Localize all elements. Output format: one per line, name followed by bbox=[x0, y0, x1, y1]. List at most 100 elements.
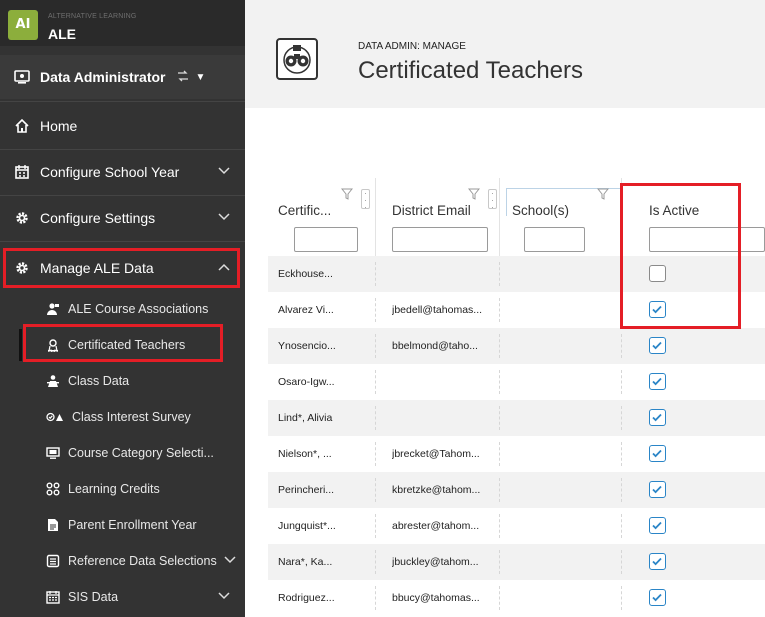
cell-divider bbox=[375, 514, 376, 538]
cell-divider bbox=[499, 262, 500, 286]
table-row[interactable]: Nielson*, ... jbrecket@Tahom... bbox=[268, 436, 765, 472]
calendar-grid-icon bbox=[46, 590, 60, 604]
subnav-parent-enrollment-year[interactable]: Parent Enrollment Year bbox=[0, 507, 245, 543]
table-row[interactable]: Eckhouse... bbox=[268, 256, 765, 292]
cell-schools bbox=[512, 436, 617, 472]
cell-divider bbox=[621, 298, 622, 322]
page-header: DATA ADMIN: MANAGE Certificated Teachers bbox=[245, 0, 765, 108]
app-logo: AI bbox=[8, 10, 38, 40]
cell-email: bbelmond@taho... bbox=[392, 340, 478, 352]
subnav-certificated-teachers[interactable]: Certificated Teachers bbox=[0, 327, 245, 363]
subnav-course-category-selection[interactable]: Course Category Selecti... bbox=[0, 435, 245, 471]
divider bbox=[0, 101, 245, 102]
cell-schools bbox=[512, 292, 617, 328]
app-subtitle: ALTERNATIVE LEARNING bbox=[48, 13, 137, 20]
filter-input-district-email[interactable] bbox=[392, 227, 488, 252]
nav-configure-settings[interactable]: Configure Settings bbox=[0, 196, 245, 240]
cell-divider bbox=[375, 550, 376, 574]
table-row[interactable]: Nara*, Ka... jbuckley@tahom... bbox=[268, 544, 765, 580]
cell-divider bbox=[621, 262, 622, 286]
nav-manage-ale-data[interactable]: Manage ALE Data bbox=[0, 246, 245, 290]
table-row[interactable]: Lind*, Alivia bbox=[268, 400, 765, 436]
caret-down-icon: ▼ bbox=[195, 71, 206, 83]
page-title: Certificated Teachers bbox=[358, 57, 583, 84]
checkmark-icon bbox=[652, 485, 662, 494]
checkmark-icon bbox=[652, 593, 662, 602]
cell-name: Rodriguez... bbox=[278, 592, 335, 604]
cell-divider bbox=[499, 442, 500, 466]
table-row[interactable]: Jungquist*... abrester@tahom... bbox=[268, 508, 765, 544]
is-active-checkbox[interactable] bbox=[649, 445, 666, 462]
filter-input-schools[interactable] bbox=[524, 227, 585, 252]
table-row[interactable]: Ynosencio... bbelmond@taho... bbox=[268, 328, 765, 364]
subnav-label: ALE Course Associations bbox=[68, 302, 209, 316]
cell-divider bbox=[621, 406, 622, 430]
is-active-checkbox[interactable] bbox=[649, 409, 666, 426]
subnav-reference-data-selections[interactable]: Reference Data Selections bbox=[0, 543, 245, 579]
cell-email: jbrecket@Tahom... bbox=[392, 448, 480, 460]
switch-role-icon[interactable] bbox=[176, 69, 190, 86]
column-header-district-email[interactable]: District Email bbox=[392, 203, 471, 218]
checkmark-icon bbox=[652, 305, 662, 314]
filter-icon[interactable] bbox=[468, 188, 480, 200]
checkmark-icon bbox=[652, 557, 662, 566]
cell-email: jbuckley@tahom... bbox=[392, 556, 479, 568]
table-row[interactable]: Alvarez Vi... jbedell@tahomas... bbox=[268, 292, 765, 328]
cell-divider bbox=[375, 406, 376, 430]
is-active-checkbox[interactable] bbox=[649, 301, 666, 318]
chevron-down-icon bbox=[217, 166, 231, 178]
column-divider bbox=[499, 178, 500, 256]
checkmark-icon bbox=[652, 341, 662, 350]
is-active-checkbox[interactable] bbox=[649, 373, 666, 390]
column-menu-icon[interactable]: · · · bbox=[361, 189, 370, 212]
document-icon bbox=[46, 518, 60, 532]
cell-divider bbox=[375, 370, 376, 394]
app-brand[interactable]: AI ALTERNATIVE LEARNING ALE bbox=[0, 0, 245, 46]
filter-icon[interactable] bbox=[597, 188, 609, 200]
calendar-icon bbox=[14, 164, 30, 180]
subnav-class-interest-survey[interactable]: Class Interest Survey bbox=[0, 399, 245, 435]
subnav-label: SIS Data bbox=[68, 590, 119, 604]
cell-name: Osaro-Igw... bbox=[278, 376, 335, 388]
filter-icon[interactable] bbox=[341, 188, 353, 200]
cell-email bbox=[392, 364, 496, 400]
filter-input-certificated[interactable] bbox=[294, 227, 358, 252]
table-row[interactable]: Osaro-Igw... bbox=[268, 364, 765, 400]
column-menu-icon[interactable]: · · · bbox=[488, 189, 497, 212]
table-row[interactable]: Perincheri... kbretzke@tahom... bbox=[268, 472, 765, 508]
cell-schools bbox=[512, 256, 617, 292]
nav-configure-school-year[interactable]: Configure School Year bbox=[0, 150, 245, 194]
is-active-checkbox[interactable] bbox=[649, 481, 666, 498]
column-header-schools[interactable]: School(s) bbox=[512, 203, 569, 218]
is-active-checkbox[interactable] bbox=[649, 265, 666, 282]
subnav-label: Reference Data Selections bbox=[68, 554, 217, 568]
subnav-label: Certificated Teachers bbox=[68, 338, 186, 352]
subnav-class-data[interactable]: Class Data bbox=[0, 363, 245, 399]
chevron-up-icon bbox=[217, 262, 231, 274]
class-icon bbox=[46, 374, 60, 388]
table-row[interactable]: Rodriguez... bbucy@tahomas... bbox=[268, 580, 765, 616]
cell-name: Nielson*, ... bbox=[278, 448, 332, 460]
cell-divider bbox=[499, 298, 500, 322]
filter-input-is-active[interactable] bbox=[649, 227, 765, 252]
column-header-is-active[interactable]: Is Active bbox=[649, 203, 699, 218]
column-divider bbox=[621, 178, 622, 256]
nav-home[interactable]: Home bbox=[0, 104, 245, 148]
is-active-checkbox[interactable] bbox=[649, 337, 666, 354]
is-active-checkbox[interactable] bbox=[649, 553, 666, 570]
subnav-sis-data[interactable]: SIS Data bbox=[0, 579, 245, 615]
cell-divider bbox=[375, 442, 376, 466]
cell-email: abrester@tahom... bbox=[392, 520, 480, 532]
subnav-ale-course-associations[interactable]: ALE Course Associations bbox=[0, 291, 245, 327]
checkmark-icon bbox=[652, 521, 662, 530]
cell-email: bbucy@tahomas... bbox=[392, 592, 480, 604]
cell-email bbox=[392, 256, 496, 292]
is-active-checkbox[interactable] bbox=[649, 517, 666, 534]
cell-email: jbedell@tahomas... bbox=[392, 304, 483, 316]
admin-icon bbox=[14, 69, 30, 85]
cell-name: Nara*, Ka... bbox=[278, 556, 333, 568]
column-header-certificated[interactable]: Certific... bbox=[278, 203, 331, 218]
subnav-learning-credits[interactable]: Learning Credits bbox=[0, 471, 245, 507]
role-selector[interactable]: Data Administrator ▼ bbox=[0, 55, 245, 99]
is-active-checkbox[interactable] bbox=[649, 589, 666, 606]
